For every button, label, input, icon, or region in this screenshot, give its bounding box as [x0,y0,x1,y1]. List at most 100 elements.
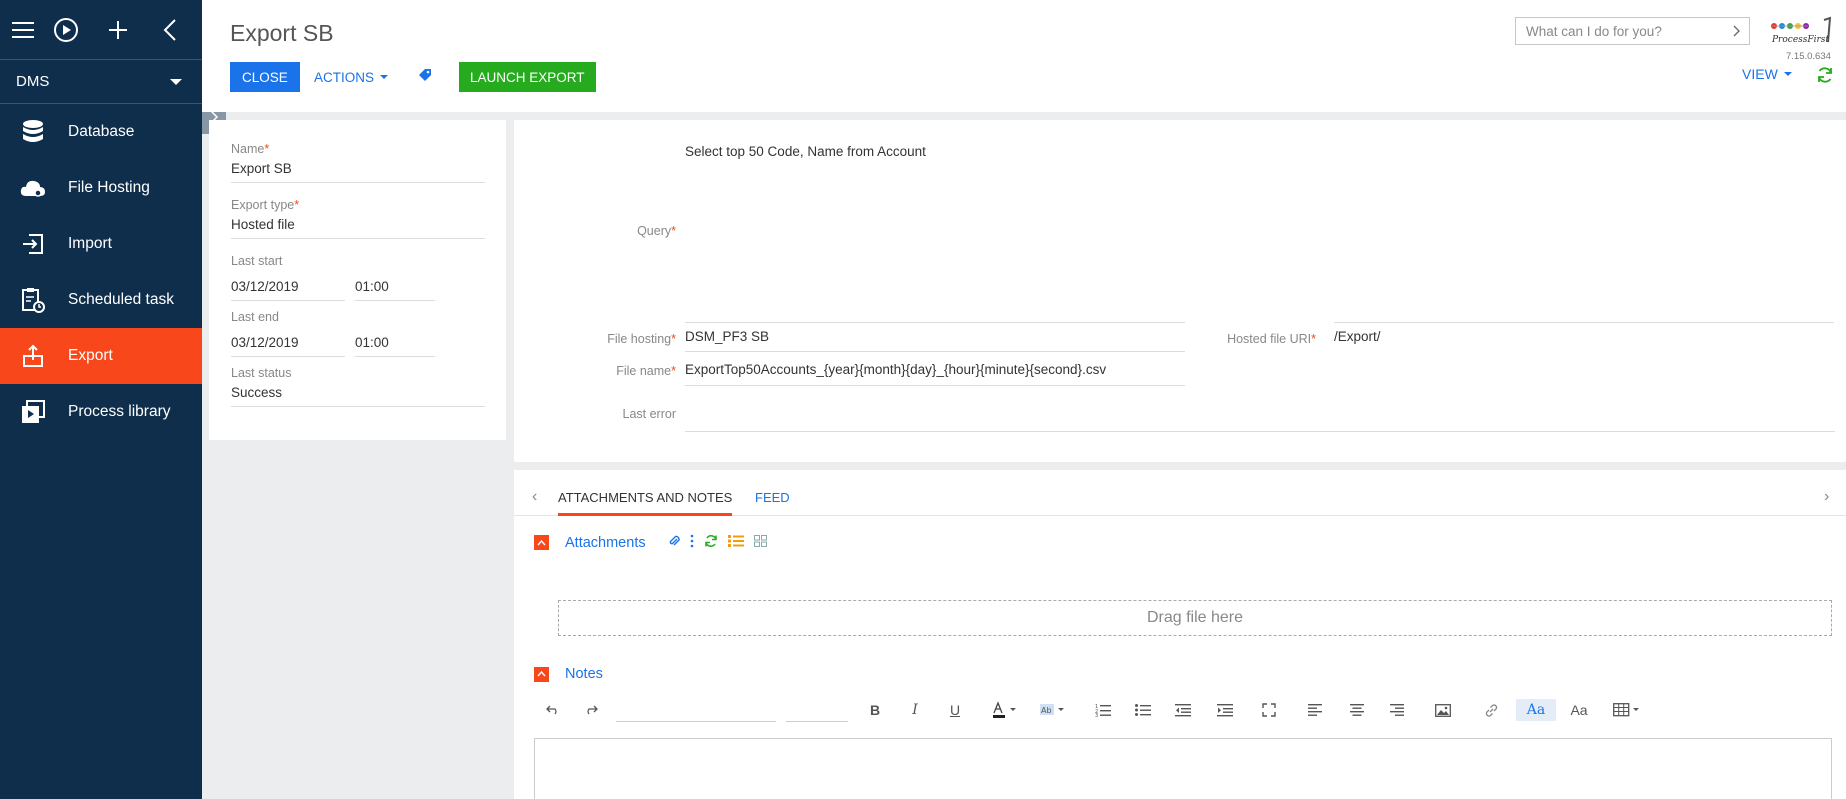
last-error-value [685,404,1835,432]
sidebar-item-import[interactable]: Import [0,216,202,272]
actions-button[interactable]: ACTIONS [314,62,389,92]
export-type-field[interactable]: Export type* Hosted file [231,198,485,239]
chevron-right-icon [1733,25,1740,37]
file-hosting-input[interactable]: DSM_PF3 SB [685,322,1185,352]
close-button[interactable]: CLOSE [230,62,300,92]
last-status-value[interactable]: Success [231,385,485,407]
file-name-input[interactable]: ExportTop50Accounts_{year}{month}{day}_{… [685,362,1185,386]
last-start-field: Last start [231,254,485,268]
last-end-field: Last end [231,310,485,324]
collapse-left-icon[interactable] [144,0,196,60]
required-marker: * [294,198,300,212]
last-status-label: Last status [231,366,292,380]
notes-title[interactable]: Notes [565,666,603,682]
launch-export-button[interactable]: LAUNCH EXPORT [459,62,596,92]
undo-icon[interactable] [542,699,564,721]
tab-bar: ‹ ATTACHMENTS AND NOTES FEED › [514,470,1846,516]
sidebar-item-label: Process library [68,403,171,420]
version-label: 7.15.0.634 [1786,51,1831,62]
required-marker: * [671,332,676,346]
workspace-selector[interactable]: DMS [0,60,202,104]
detail-tabs-panel: ‹ ATTACHMENTS AND NOTES FEED › Attachmen… [514,470,1846,799]
attachments-header: Attachments [534,534,767,551]
sidebar-item-process-library[interactable]: Process library [0,384,202,440]
table-icon[interactable] [1610,699,1646,721]
file-drop-zone[interactable]: Drag file here [558,600,1832,636]
italic-icon[interactable]: I [904,699,926,721]
refresh-icon[interactable] [1816,66,1834,87]
required-marker: * [671,224,676,238]
underline-icon[interactable]: U [944,699,966,721]
font-size-select[interactable] [786,700,848,722]
align-center-icon[interactable] [1346,699,1368,721]
more-icon[interactable] [690,534,694,551]
image-icon[interactable] [1432,699,1454,721]
database-icon [18,117,48,147]
export-type-input[interactable]: Hosted file [231,217,485,239]
collapse-section-button[interactable] [534,535,549,550]
notes-editor-toolbar: B I U Ab 123 Aa Aa [542,695,1842,725]
command-search-input[interactable]: What can I do for you? [1515,17,1750,45]
name-field[interactable]: Name* Export SB [231,142,485,183]
sidebar-item-export[interactable]: Export [0,328,202,384]
refresh-icon[interactable] [704,534,718,551]
chevron-down-icon [1783,72,1792,76]
text-style-serif-icon[interactable]: Aa [1516,699,1556,721]
svg-text:ProcessFirst: ProcessFirst [1771,35,1829,45]
text-style-sans-icon[interactable]: Aa [1564,699,1594,721]
list-view-icon[interactable] [727,535,744,550]
redo-icon[interactable] [580,699,602,721]
sidebar-item-label: File Hosting [68,179,150,196]
tag-icon[interactable] [418,68,432,85]
sidebar-item-label: Import [68,235,112,252]
link-icon[interactable] [1480,699,1502,721]
notes-editor[interactable] [534,738,1832,799]
search-placeholder: What can I do for you? [1526,23,1662,39]
last-end-date[interactable]: 03/12/2019 [231,335,345,357]
export-type-label: Export type [231,198,295,212]
query-input[interactable]: Select top 50 Code, Name from Account [685,144,1835,168]
collapse-section-button[interactable] [534,666,549,682]
sidebar-item-label: Export [68,347,113,364]
hosted-uri-input[interactable]: /Export/ [1334,322,1834,352]
chevron-down-icon [170,78,182,85]
menu-icon[interactable] [12,0,40,60]
sidebar-item-database[interactable]: Database [0,104,202,160]
numbered-list-icon[interactable]: 123 [1092,699,1114,721]
sidebar-item-scheduled-task[interactable]: Scheduled task [0,272,202,328]
page-title: Export SB [230,20,334,46]
last-end-time[interactable]: 01:00 [355,335,435,357]
font-color-icon[interactable] [988,699,1024,721]
attachments-title[interactable]: Attachments [565,535,646,551]
bulleted-list-icon[interactable] [1132,699,1154,721]
processfirst-logo: ProcessFirst [1768,16,1838,48]
last-status-field[interactable]: Last status Success [231,366,485,407]
indent-increase-icon[interactable] [1214,699,1236,721]
sidebar-item-file-hosting[interactable]: File Hosting [0,160,202,216]
align-left-icon[interactable] [1304,699,1326,721]
last-start-date[interactable]: 03/12/2019 [231,279,345,301]
chevron-left-icon[interactable]: ‹ [532,488,537,506]
font-family-select[interactable] [616,700,776,722]
bold-icon[interactable]: B [864,699,886,721]
tab-attachments-and-notes[interactable]: ATTACHMENTS AND NOTES [558,490,733,516]
play-icon[interactable] [40,0,92,60]
actions-label: ACTIONS [314,69,375,85]
tab-feed[interactable]: FEED [755,490,790,505]
fullscreen-icon[interactable] [1258,699,1280,721]
add-icon[interactable] [92,0,144,60]
export-icon [18,341,48,371]
tile-view-icon[interactable] [753,535,767,550]
chevron-right-icon[interactable]: › [1824,488,1829,506]
align-right-icon[interactable] [1386,699,1408,721]
paperclip-icon[interactable] [668,534,680,551]
sidebar-item-label: Scheduled task [68,291,174,308]
view-button[interactable]: VIEW [1742,66,1792,82]
indent-decrease-icon[interactable] [1172,699,1194,721]
process-library-icon [18,397,48,427]
chevron-down-icon [380,75,389,79]
page-header: Export SB CLOSE ACTIONS LAUNCH EXPORT Wh… [202,0,1846,112]
name-input[interactable]: Export SB [231,161,485,183]
last-start-time[interactable]: 01:00 [355,279,435,301]
highlight-color-icon[interactable]: Ab [1036,699,1072,721]
